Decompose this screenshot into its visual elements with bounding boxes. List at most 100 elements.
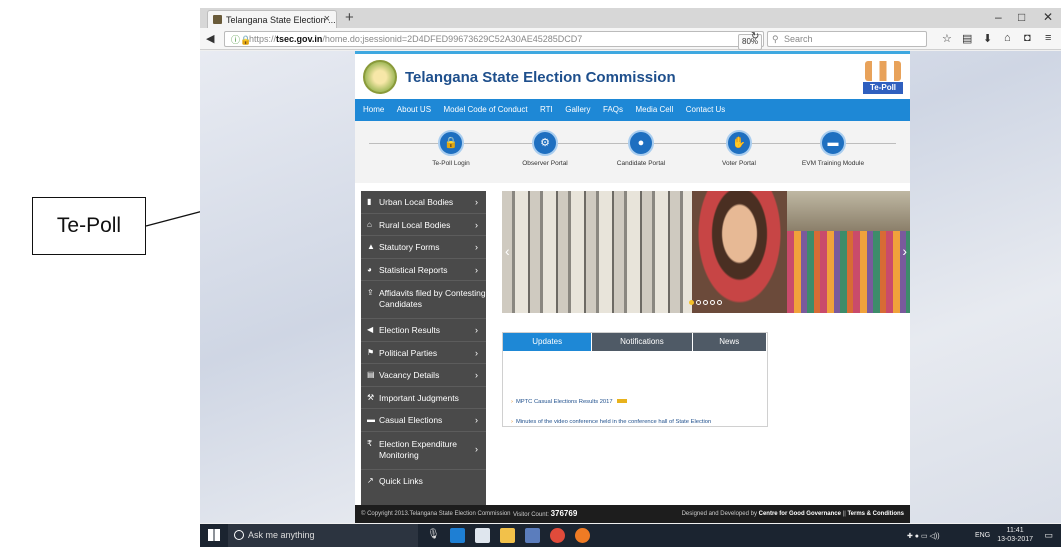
sidebar-item-label: Election Results [379,325,440,335]
menu-item-model-code[interactable]: Model Code of Conduct [444,99,528,121]
search-input[interactable]: ⚲ Search [767,31,927,47]
chevron-right-icon: › [475,264,478,275]
megaphone-icon: ◀ [367,325,374,334]
browser-tab[interactable]: Telangana State Election ... × [207,10,337,28]
tab-close-icon[interactable]: × [324,13,330,25]
chrome-icon[interactable] [550,528,565,543]
visitor-count-value: 376769 [550,509,578,518]
new-tab-button[interactable]: + [345,9,354,26]
sidebar-item-expenditure-monitoring[interactable]: ₹ Election Expenditure Monitoring › [361,432,486,470]
cortana-search[interactable]: Ask me anything [228,524,418,547]
microphone-icon[interactable]: 🎙 [427,529,440,540]
download-icon[interactable]: ⬇ [983,32,992,45]
portal-candidate[interactable]: ● Candidate Portal [596,130,686,167]
news-item-text: Minutes of the video conference held in … [515,419,712,425]
tab-updates[interactable]: Updates [503,333,593,351]
sidebar-item-label: Statistical Reports [379,264,448,275]
site-favicon-icon [213,15,222,24]
language-indicator[interactable]: ENG [975,532,990,539]
file-explorer-icon[interactable] [500,528,515,543]
bullet-icon: › [511,419,513,425]
sidebar-item-urban-local-bodies[interactable]: ▮ Urban Local Bodies › [361,191,486,214]
menu-item-about-us[interactable]: About US [397,99,431,121]
close-window-button[interactable]: ✕ [1043,10,1053,24]
menu-item-rti[interactable]: RTI [540,99,553,121]
notifications-icon[interactable]: ▭ [1044,530,1053,541]
news-panel: Updates Notifications News › MPTC Casual … [502,332,768,427]
menu-item-home[interactable]: Home [363,99,384,121]
visitor-count-label: Visitor Count: [513,512,549,518]
windows-start-icon[interactable] [208,529,220,541]
terms-link[interactable]: Terms & Conditions [847,511,904,517]
tray-icons[interactable]: ✚ ● ▭ ◁)) [907,532,940,540]
home-icon: ⌂ [367,219,372,229]
home-icon[interactable]: ⌂ [1004,32,1011,44]
minimize-button[interactable]: – [995,10,1002,24]
sidebar-item-quick-links[interactable]: ↗ Quick Links [361,470,486,493]
tab-news[interactable]: News [692,333,767,351]
developer-link[interactable]: Centre for Good Governance [759,511,841,517]
news-item[interactable]: › MPTC Casual Elections Results 2017 [511,399,627,405]
menu-hamburger-icon[interactable]: ≡ [1045,32,1051,44]
chevron-right-icon: › [475,197,478,207]
chevron-right-icon: › [475,370,478,380]
sidebar-item-affidavits[interactable]: ⇪ Affidavits filed by Contesting Candidat… [361,281,486,319]
back-arrow-icon[interactable]: ◀ [206,32,214,45]
tepoll-logo[interactable]: Te-Poll [863,61,903,95]
slider-dot[interactable] [717,300,722,305]
url-bar[interactable]: ⓘ🔒 https://tsec.gov.in/home.do;jsessioni… [224,31,764,50]
menu-item-contact-us[interactable]: Contact Us [686,99,726,121]
slider-dot-active[interactable] [689,300,694,305]
sidebar-item-election-results[interactable]: ◀ Election Results › [361,319,486,342]
reload-icon[interactable]: ↻ [751,31,759,42]
media-app-icon[interactable] [525,528,540,543]
sidebar-item-label: Important Judgments [379,392,459,403]
sidebar-item-label: Political Parties [379,347,438,358]
site-footer: © Copyright 2013.Telangana State Electio… [355,505,910,523]
news-item[interactable]: › Minutes of the video conference held in… [511,419,711,425]
sidebar-item-label: Casual Elections [379,415,443,425]
portal-evm-training[interactable]: ▬ EVM Training Module [788,130,878,167]
sidebar-item-political-parties[interactable]: ⚑ Political Parties › [361,342,486,364]
sidebar-item-label: Rural Local Bodies [379,219,451,230]
edge-browser-icon[interactable] [450,528,465,543]
portal-observer[interactable]: ⚙ Observer Portal [500,130,590,167]
sidebar-item-rural-local-bodies[interactable]: ⌂ Rural Local Bodies › [361,214,486,236]
slider-dot[interactable] [696,300,701,305]
slider-prev-arrow-icon[interactable]: ‹ [505,243,510,259]
portal-strip: 🔒 Te-Poll Login ⚙ Observer Portal ● Cand… [355,121,910,183]
menu-item-media-cell[interactable]: Media Cell [635,99,673,121]
menu-item-faqs[interactable]: FAQs [603,99,623,121]
firefox-icon[interactable] [575,528,590,543]
bookmark-star-icon[interactable]: ☆ [942,32,952,45]
sidebar-item-casual-elections[interactable]: ▬ Casual Elections › [361,409,486,432]
annotation-callout-text: Te-Poll [56,214,122,237]
slider-dot[interactable] [703,300,708,305]
menu-item-gallery[interactable]: Gallery [565,99,590,121]
windows-taskbar: Ask me anything 🎙 ✚ ● ▭ ◁)) ENG 11:41 13… [200,524,1061,547]
reading-list-icon[interactable]: ▤ [962,32,972,45]
clock[interactable]: 11:41 13-03-2017 [997,526,1033,544]
tab-notifications[interactable]: Notifications [592,333,693,351]
sidebar-item-statutory-forms[interactable]: ▲ Statutory Forms › [361,236,486,259]
portal-voter[interactable]: ✋ Voter Portal [694,130,784,167]
news-item-text: MPTC Casual Elections Results 2017 [515,399,613,405]
store-icon[interactable] [475,528,490,543]
image-slider[interactable]: ‹ › [502,191,910,313]
sidebar-item-vacancy-details[interactable]: ▤ Vacancy Details › [361,364,486,387]
maximize-button[interactable]: □ [1018,10,1025,24]
browser-navbar: ◀ ⓘ🔒 https://tsec.gov.in/home.do;jsessio… [200,28,1061,50]
raised-hands-icon [865,61,901,81]
sidebar-item-label: Quick Links [379,475,423,486]
visitor-count: Visitor Count: 376769 [513,505,577,523]
sidebar-item-important-judgments[interactable]: ⚒ Important Judgments [361,387,486,409]
portal-tepoll-login[interactable]: 🔒 Te-Poll Login [406,130,496,167]
sidebar-menu: ▮ Urban Local Bodies › ⌂ Rural Local Bodies… [361,191,486,507]
sidebar-item-label: Vacancy Details [379,370,440,380]
sidebar-item-statistical-reports[interactable]: ◕ Statistical Reports › [361,259,486,281]
slider-next-arrow-icon[interactable]: › [902,243,907,259]
footer-copyright: © Copyright 2013.Telangana State Electio… [361,511,511,517]
pocket-icon[interactable]: ◘ [1024,32,1031,44]
cortana-placeholder: Ask me anything [248,530,315,540]
slider-dot[interactable] [710,300,715,305]
